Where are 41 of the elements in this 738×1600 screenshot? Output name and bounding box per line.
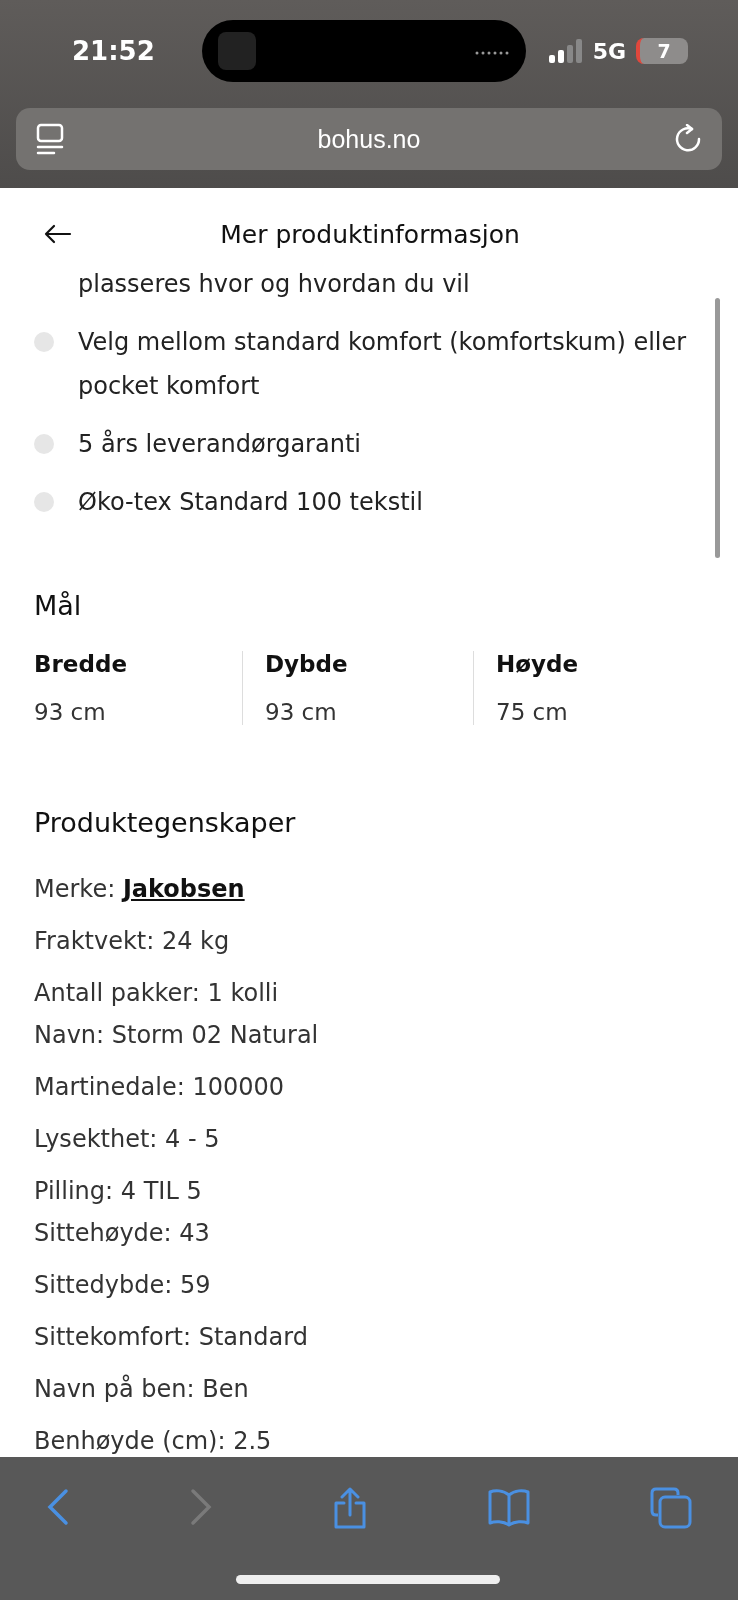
property-text: Sittehøyde: 43 (34, 1218, 211, 1249)
bullet-text: Øko-tex Standard 100 tekstil (78, 487, 423, 518)
page-title: Mer produktinformasjon (219, 219, 521, 249)
property-text: Lysekthet: 4 - 5 (34, 1124, 221, 1155)
battery-indicator: 7 (636, 38, 688, 64)
bullet-text: Velg mellom standard komfort (komfortskum) eller pocket komfort (78, 327, 688, 402)
bullet-text: plasseres hvor og hvordan du vil (78, 269, 470, 300)
bullet-dot (34, 332, 54, 352)
property-text: Fraktvekt: 24 kg (34, 926, 231, 957)
property-text: Navn på ben: Ben (34, 1373, 250, 1405)
address-bar[interactable]: bohus.no (16, 108, 722, 170)
property-text: Pilling: 4 TIL 5 (34, 1176, 203, 1207)
reload-icon[interactable] (674, 124, 702, 154)
property-text: Martinedale: 100000 (34, 1072, 286, 1103)
dimension-value: 75 cm (496, 699, 569, 725)
app-icon (218, 32, 256, 70)
dimension-label: Bredde (34, 651, 128, 677)
property-text: Antall pakker: 1 kolli (34, 978, 280, 1009)
dimension-label: Dybde (265, 651, 349, 677)
property-text: Benhøyde (cm): 2.5 (34, 1426, 273, 1457)
brand-link[interactable]: Jakobsen (122, 875, 245, 903)
network-type: 5G (592, 38, 626, 64)
property-text: Sittekomfort: Standard (34, 1322, 309, 1353)
status-time: 21:52 (72, 36, 156, 66)
bullet-text: 5 års leverandørgaranti (78, 428, 361, 460)
dimension-value: 93 cm (34, 699, 107, 725)
signal-icon (548, 39, 583, 63)
property-text: Navn: Storm 02 Natural (34, 1020, 320, 1051)
property-text: Sittedybde: 59 (34, 1270, 212, 1301)
section-heading: Produktegenskaper (34, 807, 297, 838)
dimension-label: Høyde (496, 651, 580, 677)
back-arrow-icon[interactable] (44, 224, 72, 244)
chevron-right-icon (189, 1487, 213, 1527)
bullet-dot (34, 434, 54, 454)
bullet-dot (34, 492, 54, 512)
section-heading: Mål (34, 590, 83, 621)
chevron-left-icon (46, 1487, 70, 1527)
url-text: bohus.no (316, 124, 422, 154)
dimension-value: 93 cm (265, 699, 338, 725)
reader-icon[interactable] (36, 123, 64, 155)
property-label: Merke: (34, 875, 116, 903)
